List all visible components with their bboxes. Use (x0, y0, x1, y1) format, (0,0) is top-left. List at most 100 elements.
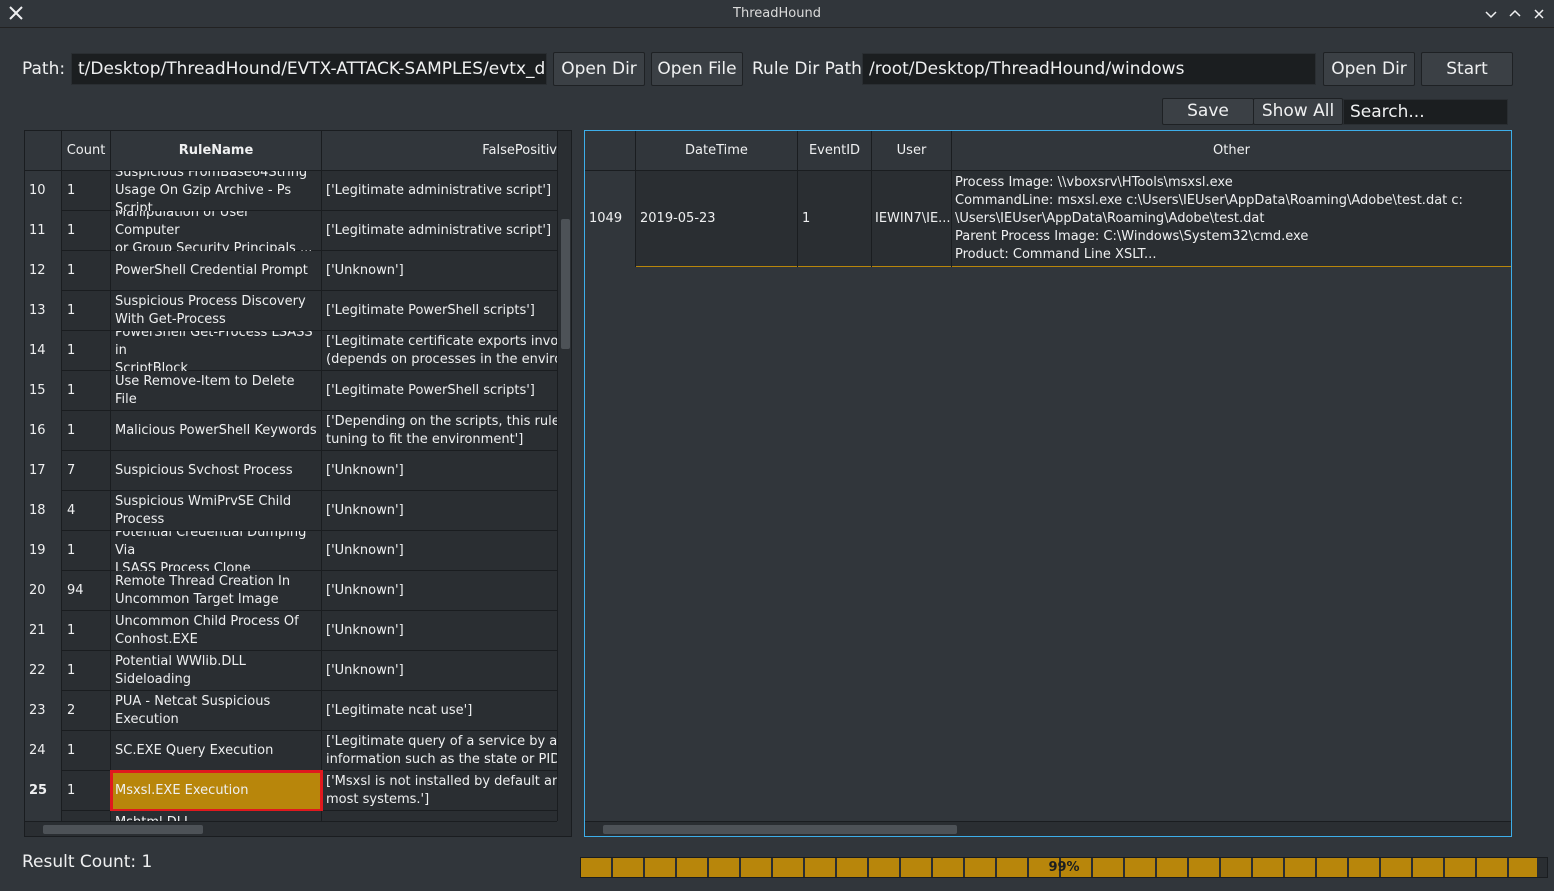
header-false-positives[interactable]: FalsePositiv (322, 131, 557, 171)
table-row[interactable]: 11 1 Manipulation of User Computer or Group… (25, 211, 557, 251)
false-positive-line: information such as the state or PID', (326, 752, 557, 767)
events-horizontal-scrollbar[interactable] (585, 821, 1511, 836)
window-close-icon[interactable] (1531, 6, 1547, 22)
false-positive-cell[interactable]: ['Unknown'] (322, 251, 557, 291)
count-cell[interactable]: 1 (62, 771, 111, 811)
rule-name-cell[interactable]: Potential WWlib.DLL Sideloading (111, 651, 322, 691)
header-other[interactable]: Other (952, 131, 1511, 171)
rule-name-cell[interactable]: Suspicious WmiPrvSE Child Process (111, 491, 322, 531)
false-positive-cell[interactable]: ['Legitimate query of a service by an a i… (322, 731, 557, 771)
rule-name-cell[interactable]: Msxsl.EXE Execution (110, 770, 323, 812)
rule-name-cell[interactable]: PowerShell Credential Prompt (111, 251, 322, 291)
table-row[interactable]: 19 1 Potential Credential Dumping Via LSASS… (25, 531, 557, 571)
count-cell[interactable]: 94 (62, 571, 111, 611)
header-rule-name[interactable]: RuleName (111, 131, 322, 171)
scrollbar-thumb[interactable] (43, 825, 203, 834)
count-cell[interactable]: 1 (62, 611, 111, 651)
minimize-icon[interactable] (1483, 6, 1499, 22)
false-positive-line: (depends on processes in the environ (326, 352, 557, 367)
header-eventid[interactable]: EventID (798, 131, 872, 171)
false-positive-cell[interactable]: ['Unknown'] (322, 611, 557, 651)
false-positive-cell[interactable]: ['Depending on the scripts, this rule m t… (322, 411, 557, 451)
table-row[interactable]: 14 1 PowerShell Get-Process LSASS in Script… (25, 331, 557, 371)
count-cell[interactable]: 1 (62, 211, 111, 251)
rules-horizontal-scrollbar[interactable] (25, 821, 557, 836)
maximize-icon[interactable] (1507, 6, 1523, 22)
table-row[interactable]: 13 1 Suspicious Process Discovery With Get-… (25, 291, 557, 331)
table-row[interactable]: 15 1 Use Remove-Item to Delete File ['Legit… (25, 371, 557, 411)
rule-name-cell[interactable]: Remote Thread Creation In Uncommon Target… (111, 571, 322, 611)
other-cell[interactable]: Process Image: \\vboxsrv\HTools\msxsl.ex… (952, 171, 1511, 267)
rule-name-cell[interactable]: PUA - Netcat Suspicious Execution (111, 691, 322, 731)
count-cell[interactable]: 1 (62, 331, 111, 371)
false-positive-cell[interactable]: ['Legitimate PowerShell scripts'] (322, 291, 557, 331)
show-all-button[interactable]: Show All (1253, 98, 1343, 125)
table-row[interactable]: 10 1 Suspicious FromBase64String Usage On G… (25, 171, 557, 211)
rules-table[interactable]: Count RuleName FalsePositiv 10 1 Suspiciou… (24, 130, 572, 837)
user-cell[interactable]: IEWIN7\IE... (872, 171, 952, 267)
table-row[interactable]: 16 1 Malicious PowerShell Keywords ['Depend… (25, 411, 557, 451)
count-cell[interactable]: 1 (62, 171, 111, 211)
false-positive-cell[interactable]: ['Unknown'] (322, 451, 557, 491)
datetime-cell[interactable]: 2019-05-23 17:26:08.686 (636, 171, 798, 267)
rule-name-cell[interactable]: Use Remove-Item to Delete File (111, 371, 322, 411)
table-row[interactable]: 12 1 PowerShell Credential Prompt ['Unknown… (25, 251, 557, 291)
search-input[interactable]: Search... (1343, 99, 1508, 125)
rules-vertical-scrollbar[interactable] (557, 131, 571, 821)
count-cell[interactable]: 1 (62, 411, 111, 451)
table-row[interactable]: 24 1 SC.EXE Query Execution ['Legitimate qu… (25, 731, 557, 771)
rule-name-cell[interactable]: Malicious PowerShell Keywords (111, 411, 322, 451)
save-button[interactable]: Save (1162, 98, 1254, 125)
false-positive-cell[interactable]: ['Legitimate certificate exports invoke (… (322, 331, 557, 371)
table-row[interactable]: 20 94 Remote Thread Creation In Uncommon Ta… (25, 571, 557, 611)
false-positive-cell[interactable]: ['Legitimate ncat use'] (322, 691, 557, 731)
count-cell[interactable]: 2 (62, 691, 111, 731)
open-dir-button[interactable]: Open Dir (553, 52, 645, 86)
false-positive-line: ['Msxsl is not installed by default and … (326, 774, 557, 789)
rule-name-cell[interactable]: Suspicious Process Discovery With Get-Pro… (111, 291, 322, 331)
header-count[interactable]: Count (62, 131, 111, 171)
count-cell[interactable]: 1 (62, 651, 111, 691)
open-rule-dir-button[interactable]: Open Dir (1323, 52, 1415, 86)
false-positive-cell[interactable]: ['Unknown'] (322, 531, 557, 571)
false-positive-cell[interactable]: ['Msxsl is not installed by default and … (322, 771, 557, 811)
table-row[interactable]: 17 7 Suspicious Svchost Process ['Unknown'] (25, 451, 557, 491)
count-cell[interactable]: 1 (62, 731, 111, 771)
rule-name-cell[interactable]: Manipulation of User Computer or Group Se… (111, 211, 322, 251)
rule-name-cell[interactable]: PowerShell Get-Process LSASS in ScriptBlo… (111, 331, 322, 371)
header-user[interactable]: User (872, 131, 952, 171)
eventid-cell[interactable]: 1 (798, 171, 872, 267)
path-input[interactable]: t/Desktop/ThreadHound/EVTX-ATTACK-SAMPLE… (71, 53, 547, 85)
table-row[interactable]: 21 1 Uncommon Child Process Of Conhost.EXE [… (25, 611, 557, 651)
false-positive-cell[interactable]: ['Legitimate administrative script'] (322, 171, 557, 211)
false-positive-cell[interactable]: ['Legitimate PowerShell scripts'] (322, 371, 557, 411)
table-row[interactable]: 18 4 Suspicious WmiPrvSE Child Process ['Unk… (25, 491, 557, 531)
table-row[interactable]: 22 1 Potential WWlib.DLL Sideloading ['Unkn… (25, 651, 557, 691)
rule-dir-input[interactable]: /root/Desktop/ThreadHound/windows (862, 53, 1316, 85)
count-cell[interactable]: 7 (62, 451, 111, 491)
table-row[interactable]: 23 2 PUA - Netcat Suspicious Execution ['Leg… (25, 691, 557, 731)
rule-name-line: Malicious PowerShell Keywords (115, 423, 317, 438)
false-positive-cell[interactable]: ['Unknown'] (322, 651, 557, 691)
rule-name-cell[interactable]: Suspicious Svchost Process (111, 451, 322, 491)
rule-name-cell[interactable]: Potential Credential Dumping Via LSASS Pr… (111, 531, 322, 571)
header-datetime[interactable]: DateTime (636, 131, 798, 171)
false-positive-cell[interactable]: ['Legitimate administrative script'] (322, 211, 557, 251)
table-row[interactable]: 25 1 Msxsl.EXE Execution ['Msxsl is not ins… (25, 770, 557, 812)
scrollbar-thumb[interactable] (561, 219, 570, 349)
events-table[interactable]: DateTime EventID User Other 1049 2019-05… (584, 130, 1512, 837)
count-cell[interactable]: 1 (62, 291, 111, 331)
open-file-button[interactable]: Open File (651, 52, 743, 86)
count-cell[interactable]: 1 (62, 371, 111, 411)
rule-name-cell[interactable]: Suspicious FromBase64String Usage On Gzip… (111, 171, 322, 211)
table-row[interactable]: 1049 2019-05-23 17:26:08.686 1 IEWIN7\IE… (585, 171, 1511, 267)
count-cell[interactable]: 1 (62, 531, 111, 571)
rule-name-cell[interactable]: SC.EXE Query Execution (111, 731, 322, 771)
count-cell[interactable]: 4 (62, 491, 111, 531)
rule-name-cell[interactable]: Uncommon Child Process Of Conhost.EXE (111, 611, 322, 651)
false-positive-cell[interactable]: ['Unknown'] (322, 571, 557, 611)
count-cell[interactable]: 1 (62, 251, 111, 291)
start-button[interactable]: Start (1421, 52, 1513, 86)
false-positive-cell[interactable]: ['Unknown'] (322, 491, 557, 531)
scrollbar-thumb[interactable] (603, 825, 957, 834)
